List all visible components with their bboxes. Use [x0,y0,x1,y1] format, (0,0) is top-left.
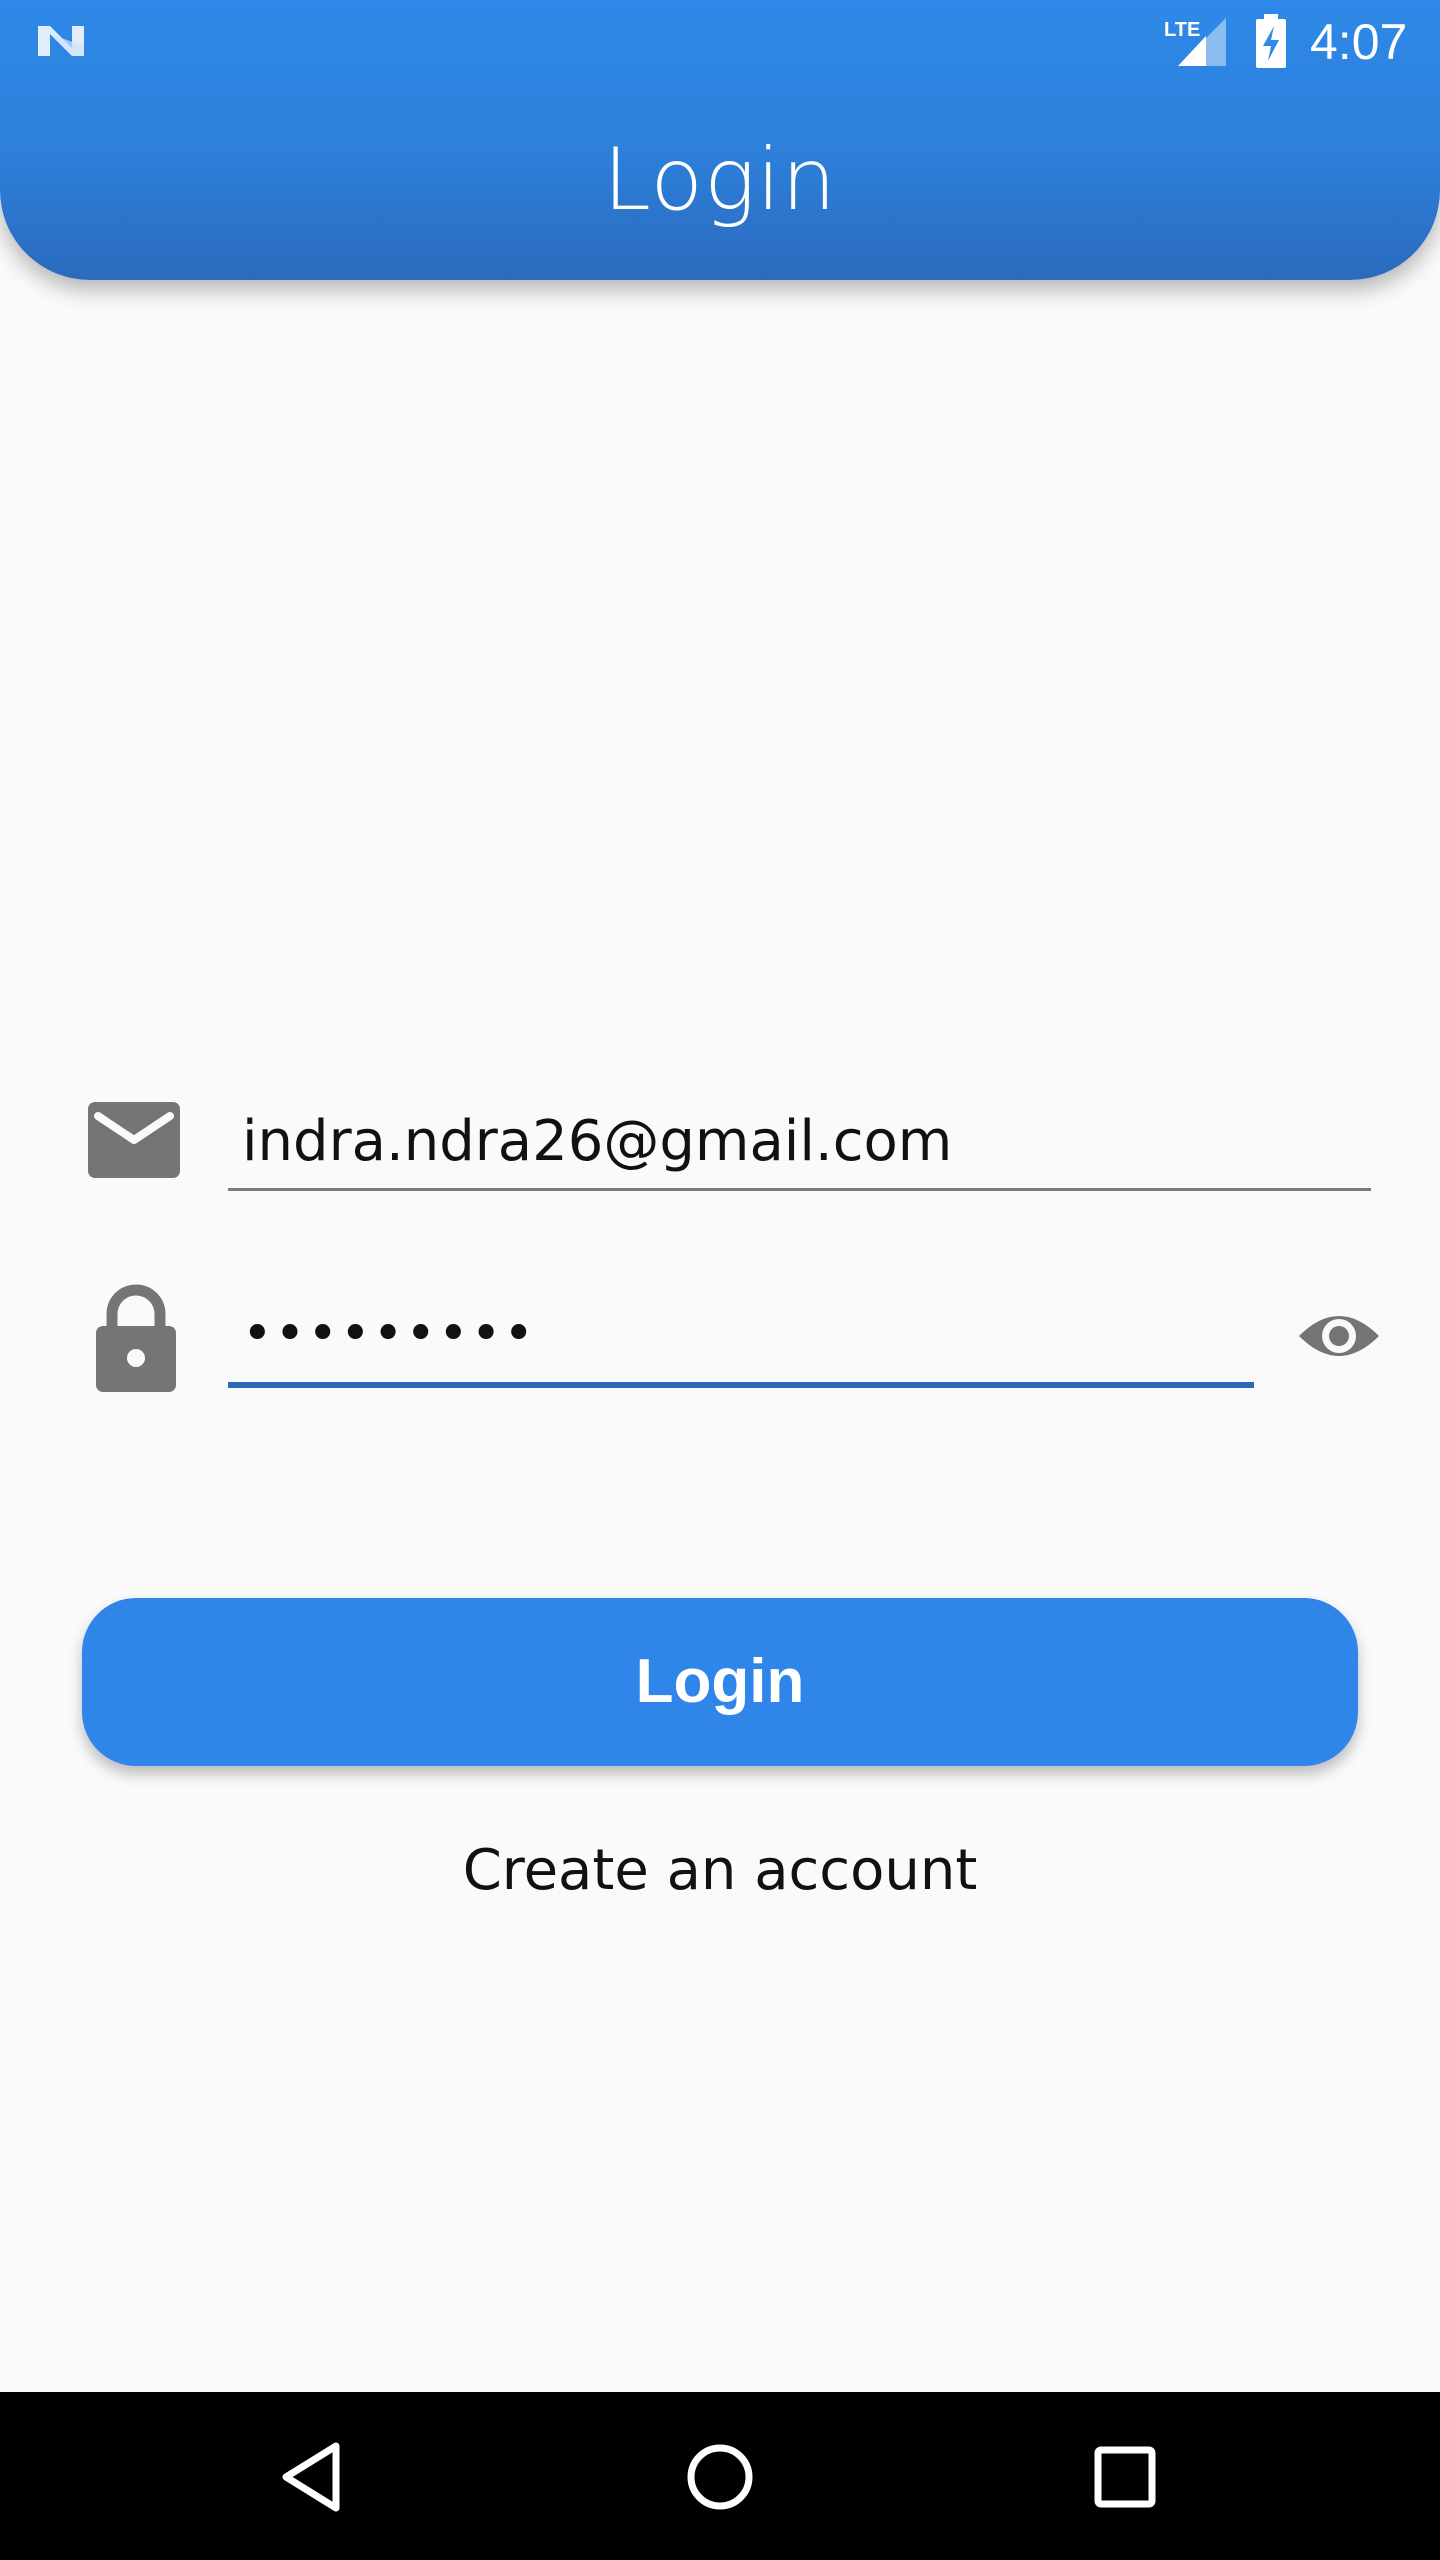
page-title: Login [602,130,838,230]
battery-charging-icon [1256,14,1286,68]
email-input[interactable]: indra.ndra26@gmail.com [242,1102,952,1182]
recents-icon[interactable] [1080,2432,1170,2522]
back-icon[interactable] [270,2432,360,2522]
lte-label: LTE [1164,19,1200,41]
mail-icon [88,1102,180,1178]
password-underline-focused [228,1382,1254,1388]
login-screen: LTE 4:07 Login indra.ndra26@gmail.com ••… [0,0,1440,2560]
home-icon[interactable] [675,2432,765,2522]
create-account-link[interactable]: Create an account [0,1826,1440,1916]
app-bar: LTE 4:07 Login [0,0,1440,280]
password-field-row: ••••••••• [0,1270,1440,1400]
password-input[interactable]: ••••••••• [242,1294,536,1374]
status-bar: LTE 4:07 [0,0,1440,84]
login-button[interactable]: Login [82,1598,1358,1766]
status-time: 4:07 [1310,14,1408,70]
n-logo-icon [38,26,84,56]
lte-signal-icon: LTE [1164,18,1226,66]
email-field-row: indra.ndra26@gmail.com [0,1080,1440,1210]
navigation-bar [0,2392,1440,2560]
lock-icon [96,1284,176,1392]
eye-icon[interactable] [1296,1306,1382,1366]
email-underline [228,1188,1371,1191]
